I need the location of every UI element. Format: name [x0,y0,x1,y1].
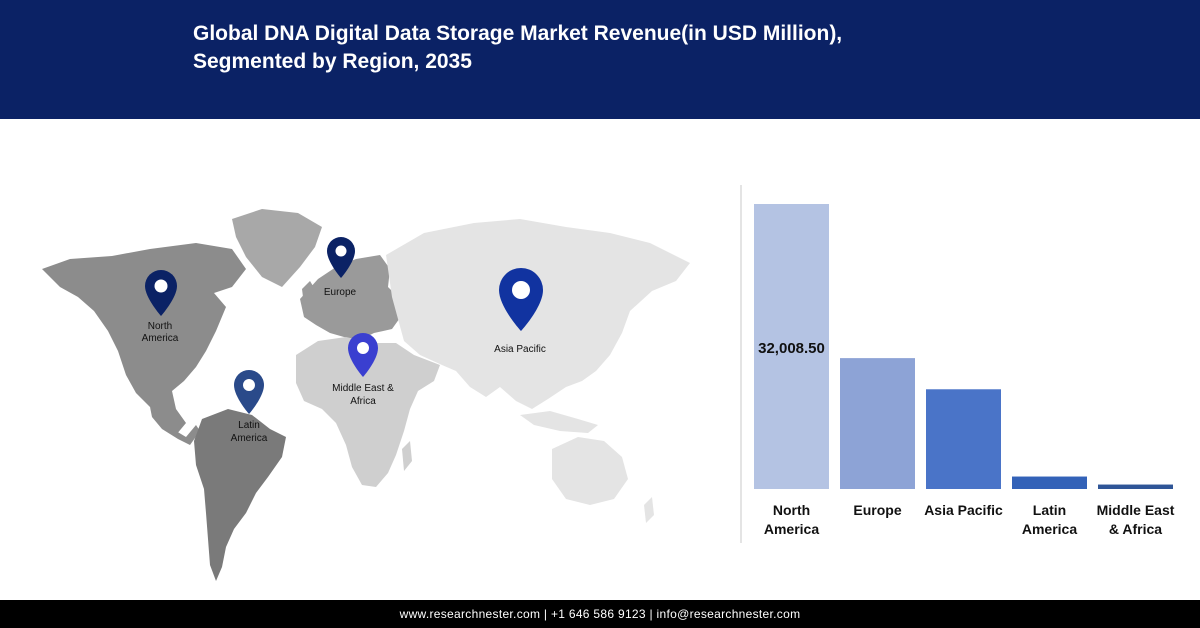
bar-europe [840,358,915,489]
pin-label-latin-america-line1: Latin [238,420,260,431]
page-title: Global DNA Digital Data Storage Market R… [193,20,1093,76]
map-pin-icon [234,370,264,414]
header-banner: Global DNA Digital Data Storage Market R… [0,0,1200,119]
landmass-australia [552,437,628,505]
x-tick-label: North [773,502,810,518]
landmass-new-zealand [644,497,654,523]
bar-chart: 32,008.50 North America Europe Asia Pacific… [740,185,1175,543]
world-map: North America Europe Asia Pacific Middle… [42,209,690,581]
pin-label-europe: Europe [324,287,357,298]
pin-label-north-america-line2: America [142,333,179,344]
title-line-2: Segmented by Region, 2035 [193,50,472,73]
pin-label-middle-east-africa-line1: Middle East & [332,383,394,394]
x-tick-label: America [764,521,819,537]
bar-asia-pacific [926,389,1001,489]
footer-bar: www.researchnester.com | +1 646 586 9123… [0,600,1200,628]
x-tick-labels-group: North America Europe Asia Pacific Latin Ameri… [764,502,1175,537]
footer-contact: www.researchnester.com | +1 646 586 9123… [399,607,801,621]
map-landmasses [42,209,690,581]
title-line-1: Global DNA Digital Data Storage Market R… [193,22,843,45]
x-tick-label: America [1022,521,1077,537]
pin-label-middle-east-africa-line2: Africa [350,396,376,407]
data-labels-group: 32,008.50 [758,340,825,357]
x-tick-label: Europe [853,502,901,518]
data-label: 32,008.50 [758,340,825,357]
bar-middle-east-africa [1098,484,1173,489]
x-tick-label: Latin [1033,502,1066,518]
pin-label-latin-america-line2: America [231,433,268,444]
x-tick-label: & Africa [1109,521,1162,537]
map-pin-latin-america: Latin America [231,370,268,444]
landmass-greenland [232,209,322,287]
bar-latin-america [1012,476,1087,489]
pin-label-north-america-line1: North [148,321,172,332]
landmass-madagascar [402,441,412,471]
landmass-indonesia [520,411,598,433]
pin-label-asia-pacific: Asia Pacific [494,344,546,355]
x-tick-label: Asia Pacific [924,502,1003,518]
landmass-europe [300,255,402,341]
x-tick-label: Middle East [1097,502,1175,518]
